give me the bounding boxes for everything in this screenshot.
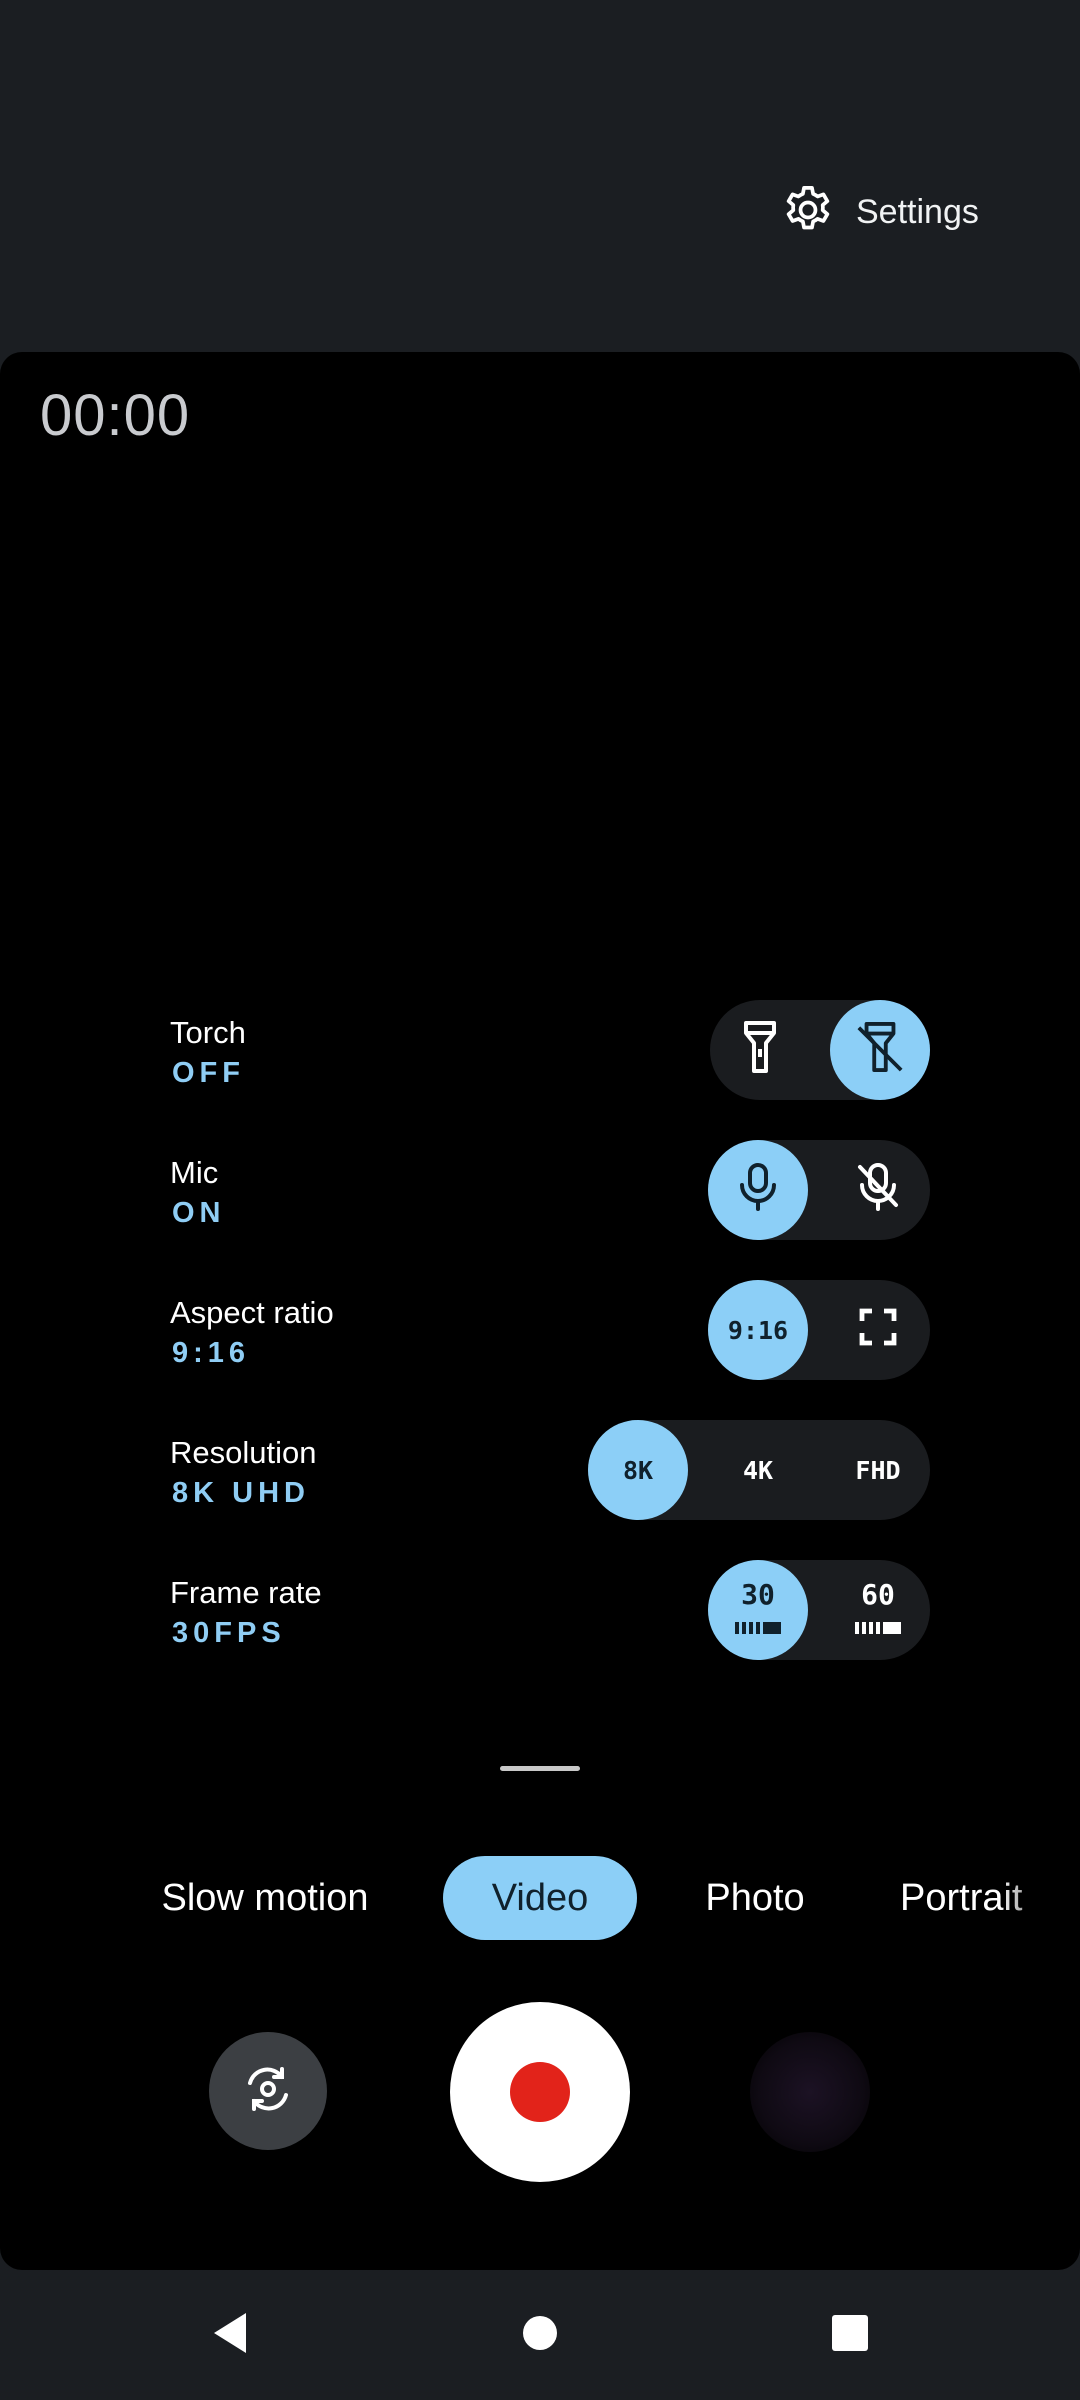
torch-off-button[interactable] <box>830 1000 930 1100</box>
mic-off-icon <box>856 1161 900 1219</box>
back-icon <box>210 2311 250 2360</box>
fps-30-label: 30 <box>741 1577 775 1611</box>
resolution-toggle: 8K 4K FHD <box>588 1420 930 1520</box>
options-drag-handle[interactable] <box>500 1766 580 1771</box>
top-bar: Settings <box>0 0 1080 352</box>
frame-rate-label: Frame rate <box>170 1575 322 1610</box>
torch-on-icon <box>738 1019 782 1081</box>
mic-off-button[interactable] <box>828 1140 928 1240</box>
recents-icon <box>831 2314 869 2357</box>
aspect-9-16-button[interactable]: 9:16 <box>708 1280 808 1380</box>
camera-viewfinder[interactable]: 00:00 Torch OFF Mic ON Aspect ratio 9:16… <box>0 352 1080 2270</box>
mic-on-icon <box>738 1161 778 1219</box>
mode-fade <box>1000 1856 1080 1940</box>
fps-60-button[interactable]: 60 <box>828 1560 928 1660</box>
mic-value: ON <box>172 1197 226 1229</box>
torch-toggle <box>710 1000 930 1100</box>
back-button[interactable] <box>180 2270 280 2400</box>
recording-timer: 00:00 <box>40 383 191 448</box>
recents-button[interactable] <box>800 2270 900 2400</box>
resolution-label: Resolution <box>170 1435 317 1470</box>
resolution-8k-button[interactable]: 8K <box>588 1420 688 1520</box>
flip-camera-button[interactable] <box>209 2032 327 2150</box>
resolution-4k-button[interactable]: 4K <box>708 1420 808 1520</box>
frame-rate-value: 30FPS <box>172 1617 286 1649</box>
home-icon <box>522 2315 558 2356</box>
mic-label: Mic <box>170 1155 219 1190</box>
frame-rate-toggle: 30 60 <box>708 1560 930 1660</box>
fps-30-button[interactable]: 30 <box>708 1560 808 1660</box>
settings-button[interactable]: Settings <box>780 180 979 244</box>
torch-on-button[interactable] <box>710 1000 810 1100</box>
camera-flip-icon <box>240 2061 296 2122</box>
fps-bars-icon <box>735 1611 781 1640</box>
mode-photo[interactable]: Photo <box>690 1856 820 1940</box>
record-icon <box>510 2062 570 2122</box>
mode-selector: Slow motion Video Photo Portrait <box>0 1856 1080 1940</box>
fullscreen-icon <box>858 1307 898 1353</box>
settings-label: Settings <box>856 192 979 231</box>
torch-off-icon <box>855 1019 905 1081</box>
aspect-ratio-label: Aspect ratio <box>170 1295 334 1330</box>
resolution-value: 8K UHD <box>172 1477 310 1509</box>
aspect-full-button[interactable] <box>828 1280 928 1380</box>
navigation-bar <box>0 2270 1080 2400</box>
mode-video[interactable]: Video <box>443 1856 637 1940</box>
aspect-ratio-toggle: 9:16 <box>708 1280 930 1380</box>
gear-icon <box>780 182 836 243</box>
record-button[interactable] <box>450 2002 630 2182</box>
home-button[interactable] <box>490 2270 590 2400</box>
resolution-fhd-button[interactable]: FHD <box>828 1420 928 1520</box>
torch-label: Torch <box>170 1015 246 1050</box>
fps-bars-icon <box>855 1611 901 1640</box>
mic-toggle <box>708 1140 930 1240</box>
mic-on-button[interactable] <box>708 1140 808 1240</box>
torch-value: OFF <box>172 1057 245 1089</box>
gallery-thumbnail[interactable] <box>750 2032 870 2152</box>
fps-60-label: 60 <box>861 1577 895 1611</box>
mode-slow-motion[interactable]: Slow motion <box>140 1856 390 1940</box>
aspect-ratio-value: 9:16 <box>172 1337 251 1369</box>
